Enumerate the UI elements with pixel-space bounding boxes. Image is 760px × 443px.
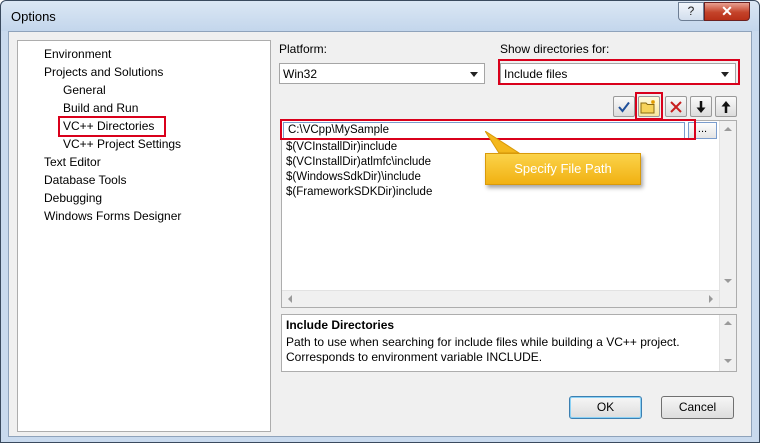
show-directories-label: Show directories for: — [500, 42, 610, 56]
callout-specify-file-path: Specify File Path — [485, 153, 641, 185]
move-down-button[interactable] — [690, 96, 712, 117]
platform-value: Win32 — [283, 67, 318, 81]
list-item[interactable]: $(WindowsSdkDir)\include — [286, 170, 421, 185]
highlight-box-new-line — [635, 92, 663, 120]
description-title: Include Directories — [286, 318, 395, 332]
title-bar: Options ? ✕ — [1, 1, 759, 31]
window-title: Options — [11, 9, 56, 24]
highlight-box-show-dirs — [498, 59, 740, 85]
scroll-left-icon[interactable] — [288, 295, 292, 303]
tree-item-general[interactable]: General — [63, 81, 106, 99]
help-button[interactable]: ? — [678, 2, 704, 21]
dialog-client: Environment Projects and Solutions Gener… — [8, 31, 752, 437]
arrow-down-icon — [696, 101, 706, 113]
close-button[interactable]: ✕ — [704, 2, 750, 21]
callout-pointer — [485, 131, 521, 154]
delete-button[interactable] — [665, 96, 687, 117]
scroll-up-icon[interactable] — [724, 321, 732, 325]
scroll-down-icon[interactable] — [724, 359, 732, 363]
delete-icon — [670, 101, 682, 113]
move-up-button[interactable] — [715, 96, 737, 117]
description-scrollbar[interactable] — [719, 315, 736, 371]
scroll-up-icon[interactable] — [724, 127, 732, 131]
scroll-down-icon[interactable] — [724, 279, 732, 283]
description-text: Path to use when searching for include f… — [286, 335, 680, 364]
tree-item-vc-project-settings[interactable]: VC++ Project Settings — [63, 135, 181, 153]
list-item[interactable]: $(VCInstallDir)include — [286, 140, 397, 155]
platform-label: Platform: — [279, 42, 328, 56]
tree-item-text-editor[interactable]: Text Editor — [44, 153, 101, 171]
options-dialog: Options ? ✕ Environment Projects and Sol… — [0, 0, 760, 443]
highlight-box-tree — [58, 116, 166, 137]
horizontal-scrollbar[interactable] — [282, 290, 719, 307]
arrow-up-icon — [721, 101, 731, 113]
tree-item-projects-and-solutions[interactable]: Projects and Solutions — [44, 63, 163, 81]
chevron-down-icon — [470, 72, 478, 77]
check-button[interactable] — [613, 96, 635, 117]
check-icon — [618, 101, 630, 113]
list-item[interactable]: $(FrameworkSDKDir)include — [286, 185, 432, 200]
tree-item-environment[interactable]: Environment — [44, 45, 111, 63]
options-tree[interactable]: Environment Projects and Solutions Gener… — [17, 40, 271, 432]
tree-item-windows-forms-designer[interactable]: Windows Forms Designer — [44, 207, 181, 225]
platform-select[interactable]: Win32 — [279, 63, 485, 84]
tree-item-debugging[interactable]: Debugging — [44, 189, 102, 207]
description-panel: Include Directories Path to use when sea… — [281, 314, 737, 372]
vertical-scrollbar[interactable] — [719, 121, 736, 307]
scroll-right-icon[interactable] — [709, 295, 713, 303]
cancel-button[interactable]: Cancel — [661, 396, 734, 419]
tree-item-database-tools[interactable]: Database Tools — [44, 171, 127, 189]
list-item[interactable]: $(VCInstallDir)atlmfc\include — [286, 155, 431, 170]
ok-button[interactable]: OK — [569, 396, 642, 419]
tree-item-build-and-run[interactable]: Build and Run — [63, 99, 138, 117]
